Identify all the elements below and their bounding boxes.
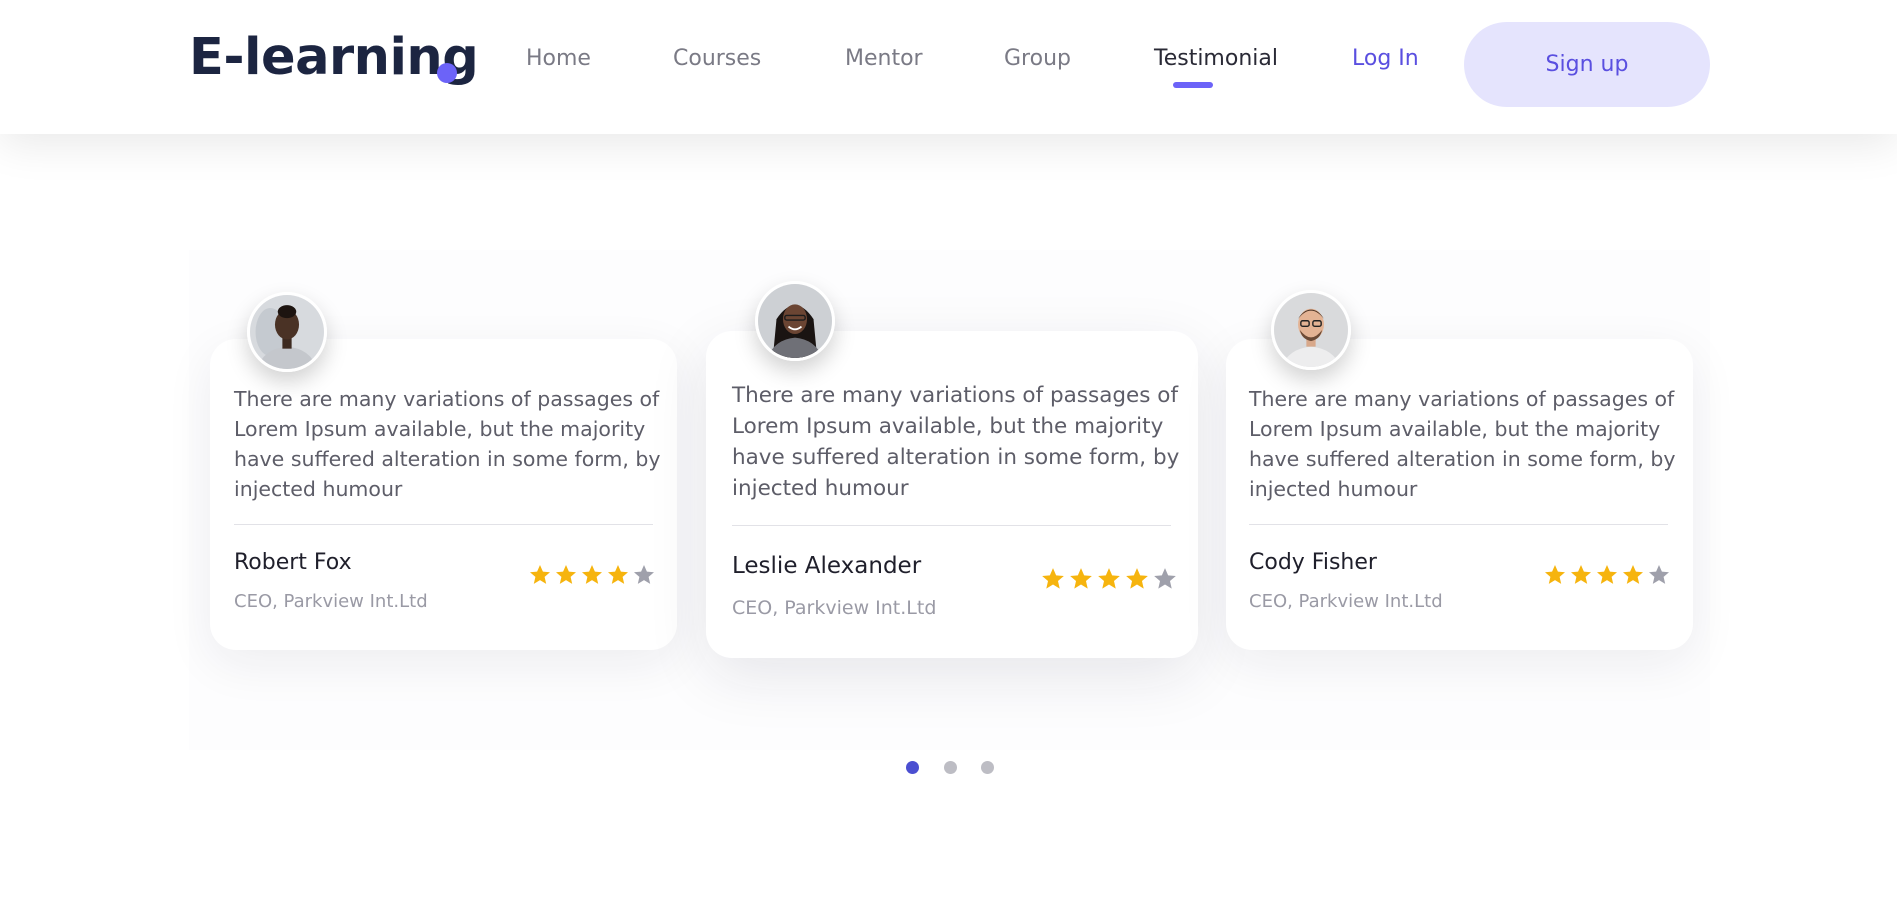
- testimonial-role: CEO, Parkview Int.Ltd: [732, 597, 937, 619]
- star-rating: [528, 563, 656, 587]
- testimonial-name: Leslie Alexander: [732, 553, 922, 579]
- logo-dot: [437, 63, 457, 83]
- divider: [732, 525, 1171, 526]
- logo[interactable]: E-learning: [189, 32, 479, 83]
- site-header: E-learning Home Courses Mentor Group Tes…: [0, 0, 1897, 134]
- carousel-dot-2[interactable]: [944, 761, 957, 774]
- star-rating: [1543, 563, 1671, 587]
- testimonial-name: Cody Fisher: [1249, 550, 1377, 575]
- star-filled-icon: [608, 565, 628, 584]
- nav-group[interactable]: Group: [1004, 48, 1071, 70]
- star-filled-icon: [582, 565, 602, 584]
- testimonial-quote: There are many variations of passages of…: [732, 383, 1180, 501]
- nav-courses[interactable]: Courses: [673, 48, 761, 70]
- carousel-dot-1[interactable]: [906, 761, 919, 774]
- avatar-leslie-alexander: [758, 284, 832, 358]
- nav-home[interactable]: Home: [526, 48, 591, 70]
- avatar: [755, 281, 835, 361]
- star-filled-icon: [1070, 568, 1092, 589]
- carousel-dot-3[interactable]: [981, 761, 994, 774]
- star-filled-icon: [1571, 565, 1591, 584]
- star-filled-icon: [556, 565, 576, 584]
- divider: [234, 524, 653, 525]
- login-link[interactable]: Log In: [1352, 48, 1419, 70]
- testimonial-name: Robert Fox: [234, 550, 352, 575]
- divider: [1249, 524, 1668, 525]
- star-filled-icon: [1098, 568, 1120, 589]
- nav-mentor[interactable]: Mentor: [845, 48, 923, 70]
- avatar: [1271, 290, 1351, 370]
- avatar: [247, 292, 327, 372]
- star-filled-icon: [1623, 565, 1643, 584]
- avatar-robert-fox: [250, 295, 324, 369]
- testimonial-quote: There are many variations of passages of…: [1249, 387, 1676, 501]
- avatar-cody-fisher: [1274, 293, 1348, 367]
- signup-button[interactable]: Sign up: [1464, 22, 1710, 107]
- star-filled-icon: [1042, 568, 1064, 589]
- star-filled-icon: [530, 565, 550, 584]
- active-nav-indicator: [1173, 82, 1213, 88]
- nav-testimonial[interactable]: Testimonial: [1154, 48, 1278, 70]
- testimonial-role: CEO, Parkview Int.Ltd: [234, 591, 428, 612]
- testimonial-role: CEO, Parkview Int.Ltd: [1249, 591, 1443, 612]
- star-rating: [1040, 566, 1178, 592]
- star-empty-icon: [1154, 568, 1176, 589]
- star-filled-icon: [1597, 565, 1617, 584]
- star-filled-icon: [1545, 565, 1565, 584]
- testimonial-quote: There are many variations of passages of…: [234, 387, 661, 501]
- star-filled-icon: [1126, 568, 1148, 589]
- star-empty-icon: [1649, 565, 1669, 584]
- star-empty-icon: [634, 565, 654, 584]
